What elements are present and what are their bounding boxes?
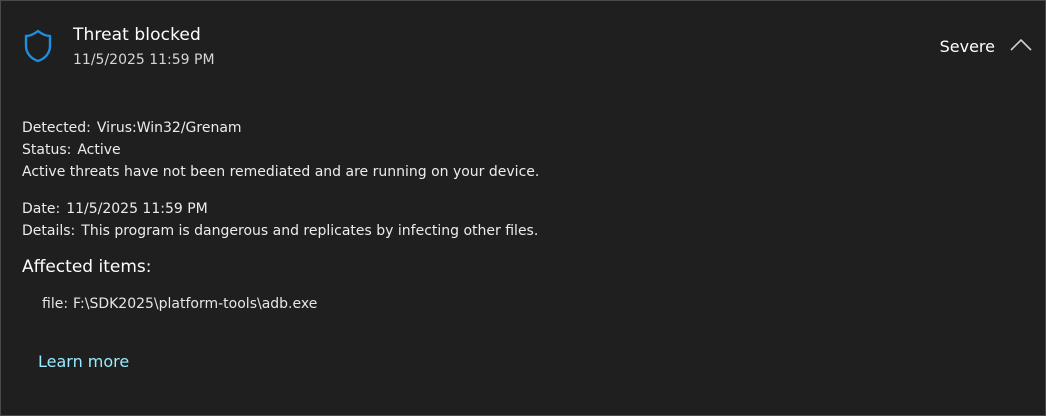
date-row: Date: 11/5/2025 11:59 PM <box>22 198 539 220</box>
status-label: Status: <box>22 142 72 158</box>
date-label: Date: <box>22 201 61 217</box>
threat-title: Threat blocked <box>73 25 201 45</box>
severity-label: Severe <box>939 37 995 56</box>
details-row: Details: This program is dangerous and re… <box>22 220 539 242</box>
detected-row: Detected: Virus:Win32/Grenam <box>22 117 539 139</box>
affected-item: file: F:\SDK2025\platform-tools\adb.exe <box>42 296 317 312</box>
threat-timestamp: 11/5/2025 11:59 PM <box>73 52 215 68</box>
date-value: 11/5/2025 11:59 PM <box>66 201 208 217</box>
detected-label: Detected: <box>22 120 91 136</box>
learn-more-link[interactable]: Learn more <box>38 352 129 371</box>
details-value: This program is dangerous and replicates… <box>81 223 539 239</box>
status-row: Status: Active <box>22 139 539 161</box>
affected-items-heading: Affected items: <box>22 257 152 277</box>
threat-header[interactable]: Threat blocked 11/5/2025 11:59 PM Severe <box>1 1 1045 91</box>
details-label: Details: <box>22 223 76 239</box>
status-value: Active <box>77 142 121 158</box>
affected-item-path: F:\SDK2025\platform-tools\adb.exe <box>73 296 318 312</box>
collapse-button[interactable] <box>1009 35 1033 57</box>
threat-card: Threat blocked 11/5/2025 11:59 PM Severe… <box>0 0 1046 416</box>
chevron-up-icon <box>1010 38 1032 51</box>
threat-details: Detected: Virus:Win32/Grenam Status: Activ… <box>22 117 539 242</box>
status-message: Active threats have not been remediated … <box>22 164 540 180</box>
shield-icon <box>24 29 52 63</box>
detected-value: Virus:Win32/Grenam <box>96 120 242 136</box>
affected-item-type: file: <box>42 296 69 312</box>
